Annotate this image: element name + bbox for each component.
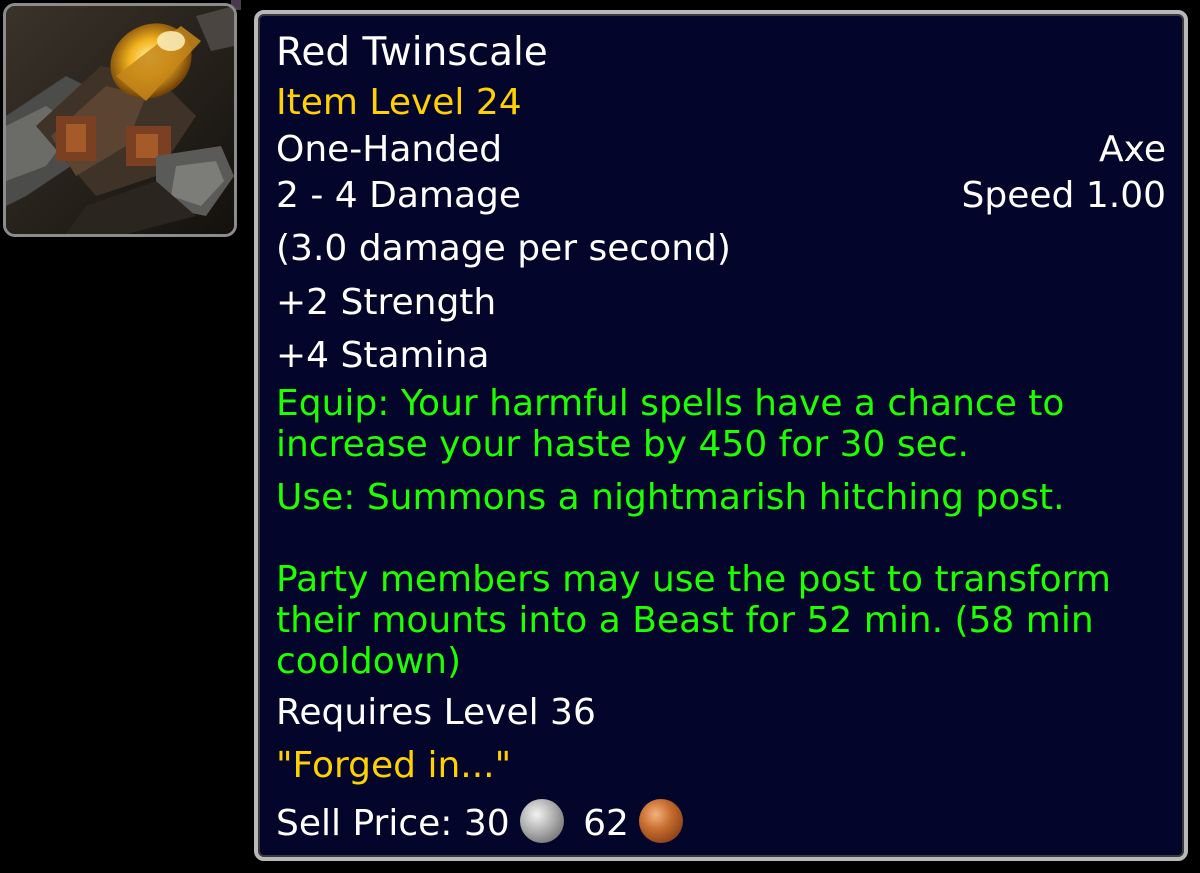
item-icon[interactable] xyxy=(3,3,237,237)
item-speed: Speed 1.00 xyxy=(961,175,1166,216)
item-tooltip: Red Twinscale Item Level 24 One-Handed A… xyxy=(254,10,1188,861)
item-equip-effect: Equip: Your harmful spells have a chance… xyxy=(276,383,1065,465)
item-stat-strength: +2 Strength xyxy=(276,282,497,323)
silver-coin-icon xyxy=(519,799,564,843)
item-hand-type: One-Handed xyxy=(276,129,503,170)
item-damage: 2 - 4 Damage xyxy=(276,175,522,216)
item-sell-price: Sell Price: 30 62 xyxy=(276,799,691,845)
item-use-effect-detail: Party members may use the post to transf… xyxy=(276,559,1111,682)
item-stat-stamina: +4 Stamina xyxy=(276,335,490,376)
item-flavor-text: "Forged in..." xyxy=(276,745,512,786)
item-requires-level: Requires Level 36 xyxy=(276,692,596,733)
item-name: Red Twinscale xyxy=(276,30,548,75)
item-level: Item Level 24 xyxy=(276,82,522,123)
copper-coin-icon xyxy=(638,799,683,843)
sell-price-silver: 30 xyxy=(463,803,510,844)
item-use-effect: Use: Summons a nightmarish hitching post… xyxy=(276,477,1065,518)
item-dps: (3.0 damage per second) xyxy=(276,228,731,269)
item-weapon-type: Axe xyxy=(1099,129,1166,170)
axe-icon xyxy=(6,6,234,234)
sell-price-copper: 62 xyxy=(583,803,629,844)
sell-price-label: Sell Price: xyxy=(276,803,453,844)
